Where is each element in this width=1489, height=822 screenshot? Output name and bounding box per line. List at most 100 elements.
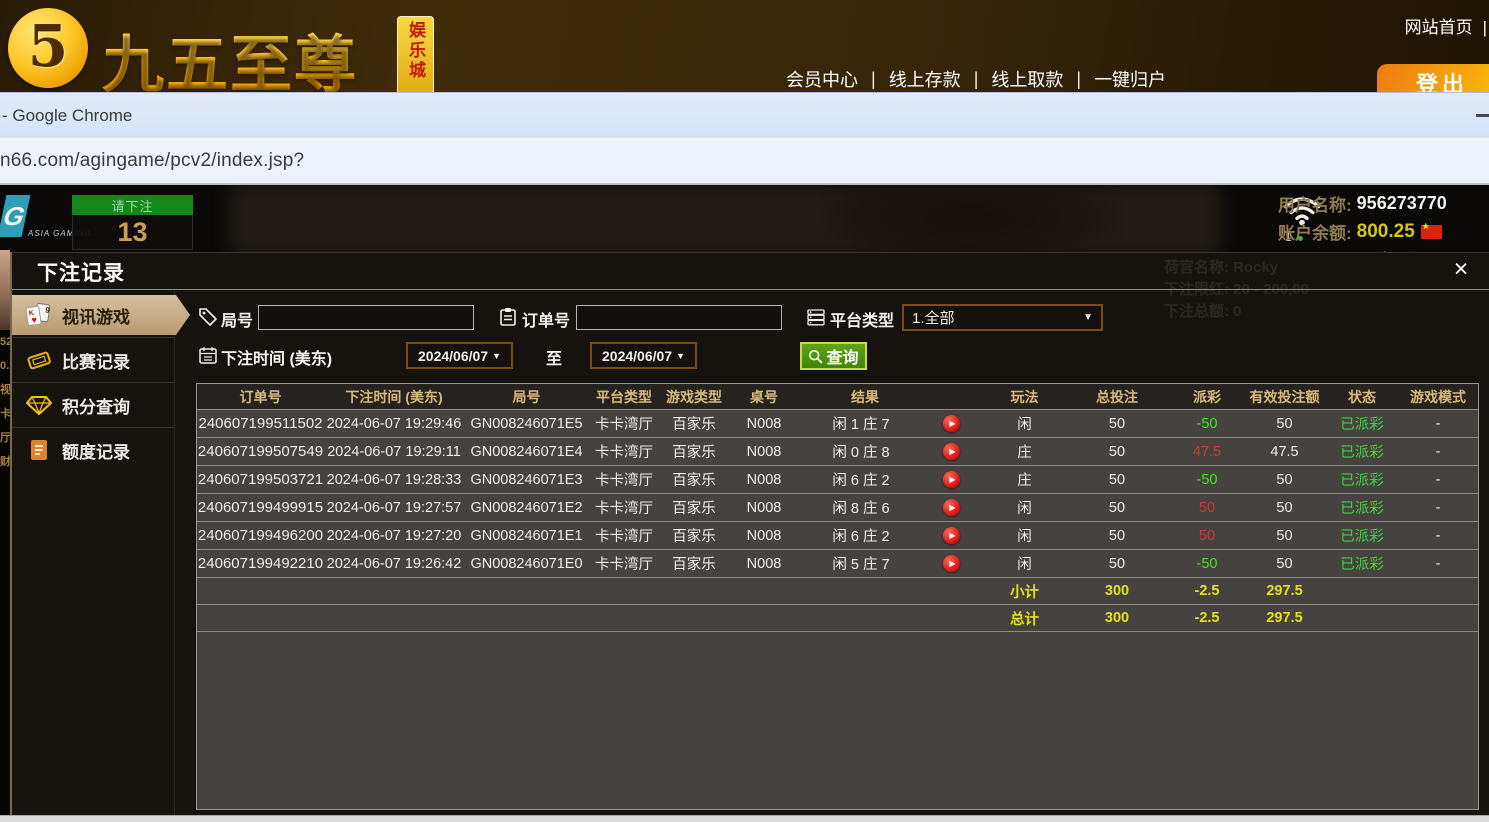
nav-item-3[interactable]: 线上取款 bbox=[991, 66, 1063, 92]
result-text: 闲 0 庄 8 bbox=[832, 445, 890, 461]
round-input[interactable] bbox=[258, 305, 474, 330]
cell-table-no: N008 bbox=[746, 415, 782, 432]
chevron-down-icon: ▼ bbox=[1083, 312, 1093, 323]
cell-game-mode: - bbox=[1435, 415, 1441, 432]
sidebar-item-1[interactable]: 9 K ♥ 视讯游戏 bbox=[12, 295, 190, 335]
close-icon[interactable]: × bbox=[1447, 255, 1475, 284]
background-photo-fragment bbox=[0, 250, 10, 330]
nav-item-1[interactable]: 会员中心 bbox=[786, 66, 858, 92]
date-to-picker[interactable]: 2024/06/07 ▼ bbox=[590, 342, 697, 369]
summary-valid-bet: 297.5 bbox=[1266, 583, 1303, 599]
summary-valid-bet: 297.5 bbox=[1266, 610, 1303, 626]
cell-total-bet: 50 bbox=[1108, 527, 1126, 544]
sidebar-item-label: 视讯游戏 bbox=[62, 307, 130, 327]
sidebar-item-label: 额度记录 bbox=[62, 442, 130, 462]
replay-button-icon[interactable]: ▶ bbox=[943, 415, 960, 432]
platform-selected-value: 1.全部 bbox=[912, 310, 955, 327]
summary-row: 小计 300 -2.5 297.5 bbox=[197, 578, 1478, 605]
cell-bet-time: 2024-06-07 19:28:33 bbox=[326, 471, 462, 488]
cell-round-id: GN008246071E3 bbox=[470, 471, 583, 488]
cell-bet-time: 2024-06-07 19:26:42 bbox=[326, 555, 462, 572]
sidebar-divider bbox=[12, 382, 174, 383]
cell-platform: 卡卡湾厅 bbox=[595, 473, 653, 489]
cell-game-mode: - bbox=[1435, 555, 1441, 572]
cell-play-type: 闲 bbox=[1017, 501, 1032, 517]
nav-item-4[interactable]: 一键归户 bbox=[1094, 66, 1166, 92]
brand-badge: 娱乐城 bbox=[397, 16, 434, 92]
sidebar-divider bbox=[12, 337, 174, 338]
table-header-row: 订单号 下注时间 (美东) 局号 平台类型 游戏类型 桌号 结果 玩法 总投注 派彩 有效投注额 状态… bbox=[197, 384, 1478, 410]
chevron-down-icon: ▼ bbox=[492, 350, 501, 361]
minimize-icon[interactable] bbox=[1476, 114, 1489, 117]
nav-separator: | bbox=[871, 68, 876, 89]
summary-label: 小计 bbox=[1010, 584, 1039, 601]
cell-result: 闲 5 庄 7 ▶ bbox=[799, 553, 987, 574]
order-input[interactable] bbox=[576, 305, 782, 330]
cell-bet-time: 2024-06-07 19:29:46 bbox=[326, 415, 462, 432]
cell-play-type: 闲 bbox=[1017, 557, 1032, 573]
summary-row: 总计 300 -2.5 297.5 bbox=[197, 605, 1478, 632]
home-link[interactable]: 网站首页 | bbox=[1405, 13, 1487, 38]
logout-button[interactable]: 登出 bbox=[1377, 64, 1489, 92]
platform-label: 平台类型 bbox=[830, 313, 895, 330]
banner-nav: 会员中心 | 线上存款 | 线上取款 | 一键归户 bbox=[786, 66, 1166, 92]
replay-button-icon[interactable]: ▶ bbox=[943, 555, 960, 572]
cell-status: 已派彩 bbox=[1340, 417, 1384, 433]
table-row: 240607199492210 2024-06-07 19:26:42 GN0082… bbox=[197, 550, 1478, 578]
gem-icon bbox=[24, 392, 54, 418]
summary-total-bet: 300 bbox=[1104, 583, 1130, 599]
to-label: 至 bbox=[546, 351, 563, 368]
chrome-urlbar[interactable]: n66.com/agingame/pcv2/index.jsp? bbox=[0, 138, 1489, 185]
countdown-value: 13 bbox=[72, 215, 193, 250]
cell-game-type: 百家乐 bbox=[672, 557, 716, 573]
play-triangle: ▶ bbox=[949, 419, 956, 428]
cell-total-bet: 50 bbox=[1108, 555, 1126, 572]
sidebar-item-4[interactable]: 额度记录 bbox=[12, 430, 175, 470]
chrome-window-title: - Google Chrome bbox=[2, 105, 133, 125]
platform-select[interactable]: 1.全部 ▼ bbox=[902, 304, 1103, 331]
replay-button-icon[interactable]: ▶ bbox=[943, 443, 960, 460]
play-triangle: ▶ bbox=[949, 531, 956, 540]
ticket-icon bbox=[24, 347, 54, 373]
china-flag-icon: ★ bbox=[1420, 221, 1442, 239]
cell-result: 闲 0 庄 8 ▶ bbox=[799, 441, 987, 462]
cell-status: 已派彩 bbox=[1340, 529, 1384, 545]
bet-countdown-box: 请下注 13 bbox=[72, 195, 193, 250]
bet-time-label: 下注时间 (美东) bbox=[221, 351, 333, 368]
screen: 5 九五至尊 娱乐城 网站首页 | 会员中心 | 线上存款 | 线上取款 | 一键归户 登出 … bbox=[0, 0, 1489, 822]
replay-button-icon[interactable]: ▶ bbox=[943, 471, 960, 488]
replay-button-icon[interactable]: ▶ bbox=[943, 527, 960, 544]
calendar-icon bbox=[198, 345, 218, 365]
cell-order-id: 240607199511502 bbox=[198, 415, 323, 432]
cell-status: 已派彩 bbox=[1340, 557, 1384, 573]
search-button[interactable]: 查询 bbox=[800, 342, 867, 370]
svg-text:9: 9 bbox=[45, 305, 51, 315]
cell-payout: -50 bbox=[1196, 415, 1218, 432]
cell-game-mode: - bbox=[1435, 443, 1441, 460]
cell-round-id: GN008246071E4 bbox=[470, 443, 583, 460]
sidebar-divider bbox=[12, 427, 174, 428]
platform-list-icon bbox=[806, 307, 826, 327]
sidebar-item-2[interactable]: 比赛记录 bbox=[12, 340, 175, 380]
username-label: 用户名称: bbox=[1278, 196, 1352, 215]
replay-button-icon[interactable]: ▶ bbox=[943, 499, 960, 516]
cell-game-type: 百家乐 bbox=[672, 529, 716, 545]
summary-payout: -2.5 bbox=[1194, 583, 1220, 599]
table-row: 240607199503721 2024-06-07 19:28:33 GN0082… bbox=[197, 466, 1478, 494]
cell-play-type: 闲 bbox=[1017, 529, 1032, 545]
fragment-glyph: 52 bbox=[0, 336, 10, 348]
date-from-picker[interactable]: 2024/06/07 ▼ bbox=[406, 342, 513, 369]
nav-item-2[interactable]: 线上存款 bbox=[889, 66, 961, 92]
column-header: 游戏类型 bbox=[666, 388, 722, 405]
cell-game-type: 百家乐 bbox=[672, 473, 716, 489]
cell-payout: -50 bbox=[1196, 471, 1218, 488]
sidebar-item-label: 积分查询 bbox=[62, 397, 130, 417]
sidebar-item-3[interactable]: 积分查询 bbox=[12, 385, 175, 425]
cell-valid-bet: 50 bbox=[1276, 555, 1293, 572]
asia-gaming-logo-icon: G bbox=[0, 195, 31, 237]
summary-payout: -2.5 bbox=[1194, 610, 1220, 626]
result-text: 闲 5 庄 7 bbox=[832, 557, 890, 573]
cell-order-id: 240607199492210 bbox=[197, 555, 324, 572]
chrome-titlebar[interactable]: - Google Chrome bbox=[0, 92, 1489, 138]
cell-total-bet: 50 bbox=[1108, 471, 1126, 488]
